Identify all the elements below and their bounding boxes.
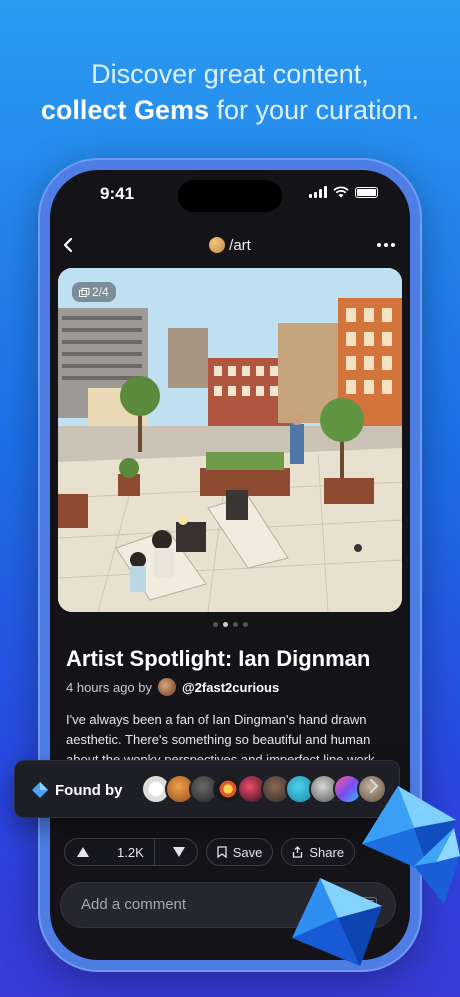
downvote-button[interactable]	[161, 838, 197, 866]
post-time: 4 hours ago by	[66, 679, 153, 695]
found-by-label: Found by	[55, 782, 123, 799]
post-image[interactable]: 2/4	[58, 268, 402, 612]
downvote-icon	[172, 847, 185, 857]
post-title: Artist Spotlight: Ian Dignman	[66, 646, 371, 671]
gem-icon	[32, 782, 48, 798]
gallery-icon	[79, 288, 90, 297]
top-nav: /art	[50, 234, 410, 260]
share-button[interactable]: Share	[281, 838, 356, 866]
rooftop-illustration	[58, 268, 402, 612]
save-label: Save	[232, 844, 263, 860]
image-counter-text: 2/4	[92, 285, 109, 299]
headline-bold: collect Gems	[40, 95, 209, 125]
status-time: 9:41	[100, 184, 135, 203]
carousel-dot[interactable]	[232, 622, 238, 627]
found-by-card[interactable]: Found by	[14, 760, 400, 818]
carousel-dot[interactable]	[212, 622, 218, 627]
battery-icon	[355, 186, 378, 198]
headline-line-2: collect Gems for your curation.	[0, 92, 460, 128]
author-avatar[interactable]	[158, 678, 177, 696]
status-bar: 9:41	[50, 170, 410, 212]
dynamic-island	[178, 180, 282, 212]
share-label: Share	[309, 844, 345, 860]
wifi-icon	[333, 186, 349, 198]
carousel-dots[interactable]	[50, 622, 410, 627]
image-counter: 2/4	[72, 282, 116, 302]
gem-crystal-icon	[292, 878, 382, 966]
vote-control: 1.2K	[64, 838, 198, 866]
status-icons	[309, 186, 378, 198]
action-bar: 1.2K Save Share	[64, 838, 356, 866]
carousel-dot-active[interactable]	[222, 622, 228, 627]
headline: Discover great content, collect Gems for…	[0, 56, 460, 128]
share-icon	[293, 846, 303, 858]
vote-count: 1.2K	[107, 838, 155, 866]
author-username[interactable]: @2fast2curious	[182, 680, 279, 695]
post-meta: 4 hours ago by @2fast2curious	[66, 678, 279, 696]
headline-rest: for your curation.	[208, 95, 420, 125]
save-button[interactable]: Save	[205, 838, 274, 866]
curator-avatars[interactable]	[141, 774, 387, 804]
signal-icon	[309, 186, 327, 198]
bookmark-icon	[217, 846, 227, 858]
community-label: /art	[229, 237, 251, 254]
upvote-icon	[77, 847, 89, 857]
carousel-dot[interactable]	[242, 622, 248, 627]
community-name[interactable]: /art	[50, 237, 410, 254]
phone-screen: 9:41 /art 2/4 Artist Spotlight: Ian Dign…	[50, 170, 410, 960]
gem-crystal-icon	[414, 828, 460, 904]
ellipsis-icon[interactable]	[376, 234, 396, 261]
upvote-button[interactable]	[65, 838, 101, 866]
palette-icon	[209, 237, 226, 253]
headline-line-1: Discover great content,	[91, 59, 369, 89]
